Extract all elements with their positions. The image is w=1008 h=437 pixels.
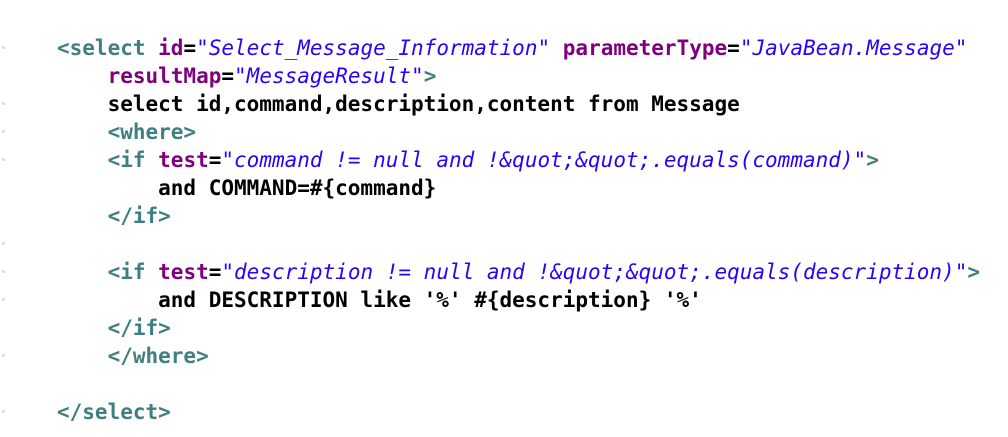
- gutter-mark: [2, 242, 5, 245]
- xml-tag: >: [423, 64, 437, 88]
- xml-attribute-value: "description != null and !&quot;&quot;.e…: [221, 260, 968, 284]
- xml-tag: <select: [57, 36, 159, 60]
- code-line: and COMMAND=#{command}: [57, 174, 980, 202]
- gutter-mark: [2, 46, 5, 49]
- xml-attribute-name: parameterType: [562, 36, 728, 60]
- xml-tag: </where>: [107, 344, 209, 368]
- code-line: <where>: [57, 118, 980, 146]
- xml-attribute-name: resultMap: [107, 64, 222, 88]
- gutter-mark: [2, 270, 5, 273]
- xml-tag: </if>: [107, 316, 171, 340]
- code-line: </where>: [57, 342, 980, 370]
- code-text: =: [727, 36, 740, 60]
- code-line: </if>: [57, 314, 980, 342]
- xml-tag: <if: [107, 148, 159, 172]
- xml-attribute-name: test: [158, 148, 209, 172]
- code-line: </if>: [57, 202, 980, 230]
- xml-attribute-name: test: [158, 260, 209, 284]
- code-line: </select>: [57, 398, 980, 426]
- code-editor[interactable]: <select id="Select_Message_Information" …: [0, 0, 1008, 437]
- editor-gutter: [0, 0, 12, 437]
- code-text: =: [208, 148, 222, 172]
- code-line: and DESCRIPTION like '%' #{description} …: [57, 286, 980, 314]
- xml-tag: >: [866, 148, 879, 172]
- code-text: =: [183, 36, 197, 60]
- gutter-mark: [2, 410, 5, 413]
- xml-tag: >: [967, 260, 980, 284]
- xml-tag: </select>: [57, 400, 171, 424]
- xml-attribute-name: id: [158, 36, 184, 60]
- xml-tag: <if: [107, 260, 159, 284]
- code-text: and DESCRIPTION like '%' #{description} …: [57, 288, 702, 312]
- code-text: =: [221, 64, 235, 88]
- code-text-area[interactable]: <select id="Select_Message_Information" …: [57, 34, 980, 426]
- xml-tag: <where>: [107, 120, 197, 144]
- gutter-mark: [2, 298, 5, 301]
- gutter-mark: [2, 354, 5, 357]
- code-line: <if test="command != null and !&quot;&qu…: [57, 146, 980, 174]
- xml-attribute-value: "MessageResult": [234, 64, 424, 88]
- code-text: =: [208, 260, 222, 284]
- code-line: <if test="description != null and !&quot…: [57, 258, 980, 286]
- code-text: and COMMAND=#{command}: [57, 176, 437, 200]
- xml-attribute-value: "JavaBean.Message": [739, 36, 968, 60]
- code-line: resultMap="MessageResult">: [57, 62, 980, 90]
- xml-tag: </if>: [107, 204, 171, 228]
- code-text: select id,command,description,content fr…: [57, 92, 740, 116]
- gutter-mark: [2, 130, 5, 133]
- xml-attribute-value: "command != null and !&quot;&quot;.equal…: [221, 148, 867, 172]
- code-line: select id,command,description,content fr…: [57, 90, 980, 118]
- xml-attribute-value: "Select_Message_Information": [196, 36, 551, 60]
- gutter-mark: [2, 102, 5, 105]
- gutter-mark: [2, 158, 5, 161]
- code-line: <select id="Select_Message_Information" …: [57, 34, 980, 62]
